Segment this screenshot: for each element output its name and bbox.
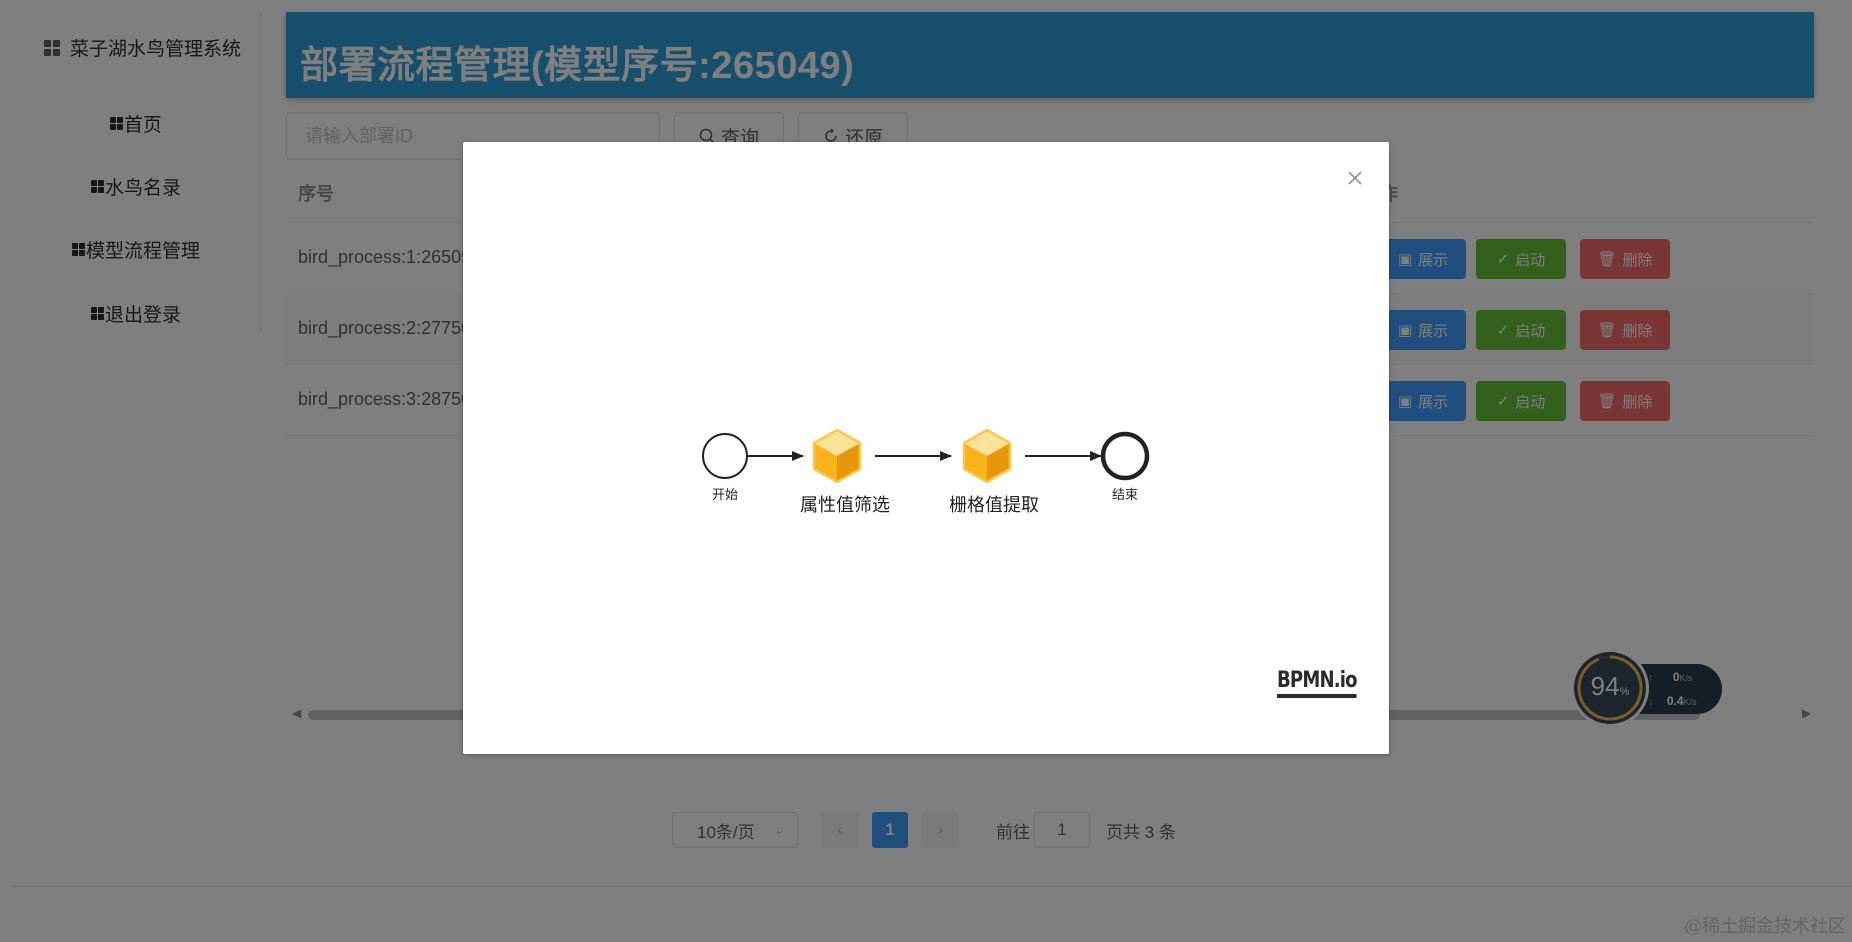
end-event[interactable] [1100,431,1150,481]
task-raster-extract[interactable] [962,428,1012,484]
start-event-label: 开始 [712,487,738,502]
start-event[interactable] [702,433,748,479]
task-attribute-filter-label: 属性值筛选 [800,495,890,515]
process-diagram-dialog: 开始 属性值筛选 栅格值提取 结束 BPMN.io [463,142,1389,754]
end-event-label: 结束 [1112,487,1138,502]
bpmn-io-logo[interactable]: BPMN.io [1277,670,1358,698]
task-attribute-filter[interactable] [812,428,862,484]
task-raster-extract-label: 栅格值提取 [949,495,1039,515]
bpmn-diagram[interactable]: 开始 属性值筛选 栅格值提取 结束 [463,142,1389,754]
